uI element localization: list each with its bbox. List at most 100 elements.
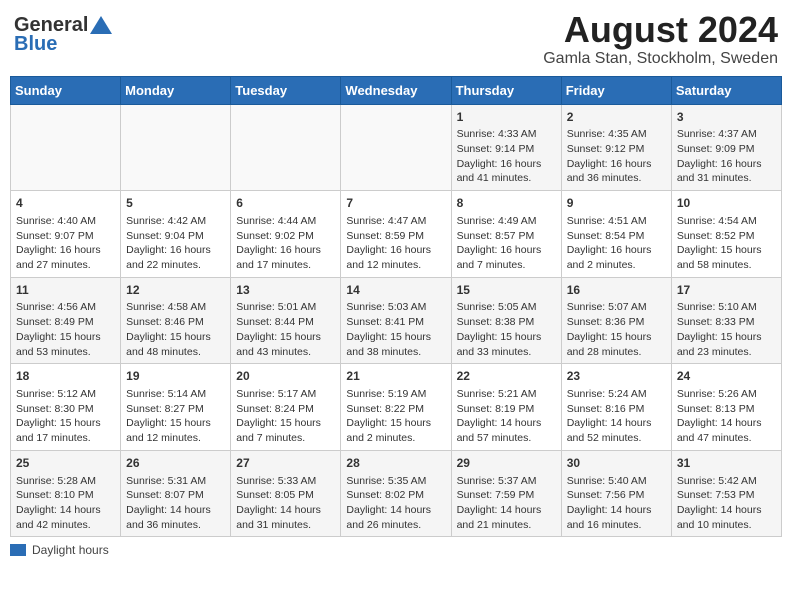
weekday-header-wednesday: Wednesday [341,76,451,104]
day-info: Sunrise: 5:21 AM Sunset: 8:19 PM Dayligh… [457,387,556,446]
legend-color-box [10,544,26,556]
calendar-cell: 27 Sunrise: 5:33 AM Sunset: 8:05 PM Dayli… [231,450,341,537]
calendar-header: SundayMondayTuesdayWednesdayThursdayFrid… [11,76,782,104]
weekday-header-monday: Monday [121,76,231,104]
day-number: 4 [16,195,115,212]
day-number: 10 [677,195,776,212]
day-number: 15 [457,282,556,299]
calendar-cell: 26 Sunrise: 5:31 AM Sunset: 8:07 PM Dayli… [121,450,231,537]
weekday-header-tuesday: Tuesday [231,76,341,104]
calendar-cell: 20 Sunrise: 5:17 AM Sunset: 8:24 PM Dayli… [231,364,341,451]
day-info: Sunrise: 5:37 AM Sunset: 7:59 PM Dayligh… [457,474,556,533]
day-number: 30 [567,455,666,472]
day-number: 25 [16,455,115,472]
day-number: 6 [236,195,335,212]
calendar-cell: 15Sunrise: 5:05 AM Sunset: 8:38 PM Dayli… [451,277,561,364]
day-info: Sunrise: 4:51 AM Sunset: 8:54 PM Dayligh… [567,214,666,273]
weekday-header-sunday: Sunday [11,76,121,104]
day-number: 22 [457,368,556,385]
day-info: Sunrise: 5:05 AM Sunset: 8:38 PM Dayligh… [457,300,556,359]
calendar-body: 1Sunrise: 4:33 AM Sunset: 9:14 PM Daylig… [11,104,782,537]
calendar-cell: 11Sunrise: 4:56 AM Sunset: 8:49 PM Dayli… [11,277,121,364]
day-info: Sunrise: 5:12 AM Sunset: 8:30 PM Dayligh… [16,387,115,446]
day-info: Sunrise: 5:42 AM Sunset: 7:53 PM Dayligh… [677,474,776,533]
calendar-cell: 16Sunrise: 5:07 AM Sunset: 8:36 PM Dayli… [561,277,671,364]
day-number: 5 [126,195,225,212]
day-number: 1 [457,109,556,126]
calendar-cell: 5Sunrise: 4:42 AM Sunset: 9:04 PM Daylig… [121,191,231,278]
day-number: 13 [236,282,335,299]
calendar-cell: 3Sunrise: 4:37 AM Sunset: 9:09 PM Daylig… [671,104,781,191]
day-info: Sunrise: 5:10 AM Sunset: 8:33 PM Dayligh… [677,300,776,359]
day-number: 9 [567,195,666,212]
day-info: Sunrise: 4:47 AM Sunset: 8:59 PM Dayligh… [346,214,445,273]
day-info: Sunrise: 5:17 AM Sunset: 8:24 PM Dayligh… [236,387,335,446]
day-info: Sunrise: 5:31 AM Sunset: 8:07 PM Dayligh… [126,474,225,533]
calendar-week-5: 25Sunrise: 5:28 AM Sunset: 8:10 PM Dayli… [11,450,782,537]
calendar-cell: 28Sunrise: 5:35 AM Sunset: 8:02 PM Dayli… [341,450,451,537]
day-number: 26 [126,455,225,472]
calendar-cell: 25Sunrise: 5:28 AM Sunset: 8:10 PM Dayli… [11,450,121,537]
calendar-cell: 22 Sunrise: 5:21 AM Sunset: 8:19 PM Dayli… [451,364,561,451]
calendar-cell: 30 Sunrise: 5:40 AM Sunset: 7:56 PM Dayli… [561,450,671,537]
logo-blue-text: Blue [14,33,57,56]
calendar-cell: 13Sunrise: 5:01 AM Sunset: 8:44 PM Dayli… [231,277,341,364]
day-info: Sunrise: 4:44 AM Sunset: 9:02 PM Dayligh… [236,214,335,273]
day-info: Sunrise: 5:35 AM Sunset: 8:02 PM Dayligh… [346,474,445,533]
day-number: 21 [346,368,445,385]
day-info: Sunrise: 4:35 AM Sunset: 9:12 PM Dayligh… [567,127,666,186]
calendar-cell: 23Sunrise: 5:24 AM Sunset: 8:16 PM Dayli… [561,364,671,451]
day-number: 16 [567,282,666,299]
calendar-cell: 9 Sunrise: 4:51 AM Sunset: 8:54 PM Daylig… [561,191,671,278]
day-number: 7 [346,195,445,212]
calendar-cell: 29 Sunrise: 5:37 AM Sunset: 7:59 PM Dayli… [451,450,561,537]
calendar-cell: 17Sunrise: 5:10 AM Sunset: 8:33 PM Dayli… [671,277,781,364]
calendar-cell: 18 Sunrise: 5:12 AM Sunset: 8:30 PM Dayli… [11,364,121,451]
day-number: 14 [346,282,445,299]
day-number: 27 [236,455,335,472]
calendar-cell: 8Sunrise: 4:49 AM Sunset: 8:57 PM Daylig… [451,191,561,278]
day-number: 29 [457,455,556,472]
day-info: Sunrise: 4:33 AM Sunset: 9:14 PM Dayligh… [457,127,556,186]
calendar-cell [341,104,451,191]
weekday-row: SundayMondayTuesdayWednesdayThursdayFrid… [11,76,782,104]
calendar-cell: 14Sunrise: 5:03 AM Sunset: 8:41 PM Dayli… [341,277,451,364]
day-number: 23 [567,368,666,385]
day-number: 11 [16,282,115,299]
calendar-cell: 19Sunrise: 5:14 AM Sunset: 8:27 PM Dayli… [121,364,231,451]
weekday-header-thursday: Thursday [451,76,561,104]
calendar-cell: 31Sunrise: 5:42 AM Sunset: 7:53 PM Dayli… [671,450,781,537]
calendar-week-1: 1Sunrise: 4:33 AM Sunset: 9:14 PM Daylig… [11,104,782,191]
day-info: Sunrise: 4:58 AM Sunset: 8:46 PM Dayligh… [126,300,225,359]
calendar-cell: 1Sunrise: 4:33 AM Sunset: 9:14 PM Daylig… [451,104,561,191]
calendar-table: SundayMondayTuesdayWednesdayThursdayFrid… [10,76,782,538]
calendar-cell: 2Sunrise: 4:35 AM Sunset: 9:12 PM Daylig… [561,104,671,191]
calendar-cell [11,104,121,191]
day-info: Sunrise: 5:03 AM Sunset: 8:41 PM Dayligh… [346,300,445,359]
day-number: 20 [236,368,335,385]
calendar-cell: 12Sunrise: 4:58 AM Sunset: 8:46 PM Dayli… [121,277,231,364]
day-number: 19 [126,368,225,385]
calendar-cell: 24Sunrise: 5:26 AM Sunset: 8:13 PM Dayli… [671,364,781,451]
calendar-cell: 4 Sunrise: 4:40 AM Sunset: 9:07 PM Daylig… [11,191,121,278]
day-number: 2 [567,109,666,126]
day-info: Sunrise: 5:40 AM Sunset: 7:56 PM Dayligh… [567,474,666,533]
day-info: Sunrise: 4:40 AM Sunset: 9:07 PM Dayligh… [16,214,115,273]
weekday-header-friday: Friday [561,76,671,104]
calendar-cell: 7 Sunrise: 4:47 AM Sunset: 8:59 PM Daylig… [341,191,451,278]
legend: Daylight hours [10,543,782,557]
calendar-cell: 10 Sunrise: 4:54 AM Sunset: 8:52 PM Dayli… [671,191,781,278]
day-info: Sunrise: 4:54 AM Sunset: 8:52 PM Dayligh… [677,214,776,273]
calendar-cell: 6 Sunrise: 4:44 AM Sunset: 9:02 PM Daylig… [231,191,341,278]
day-info: Sunrise: 5:33 AM Sunset: 8:05 PM Dayligh… [236,474,335,533]
day-number: 24 [677,368,776,385]
day-number: 8 [457,195,556,212]
title-block: August 2024 Gamla Stan, Stockholm, Swede… [543,10,778,68]
day-number: 12 [126,282,225,299]
calendar-cell [121,104,231,191]
day-number: 18 [16,368,115,385]
logo-icon [90,16,112,34]
page-subtitle: Gamla Stan, Stockholm, Sweden [543,50,778,68]
legend-label: Daylight hours [32,543,109,557]
calendar-week-2: 4 Sunrise: 4:40 AM Sunset: 9:07 PM Daylig… [11,191,782,278]
